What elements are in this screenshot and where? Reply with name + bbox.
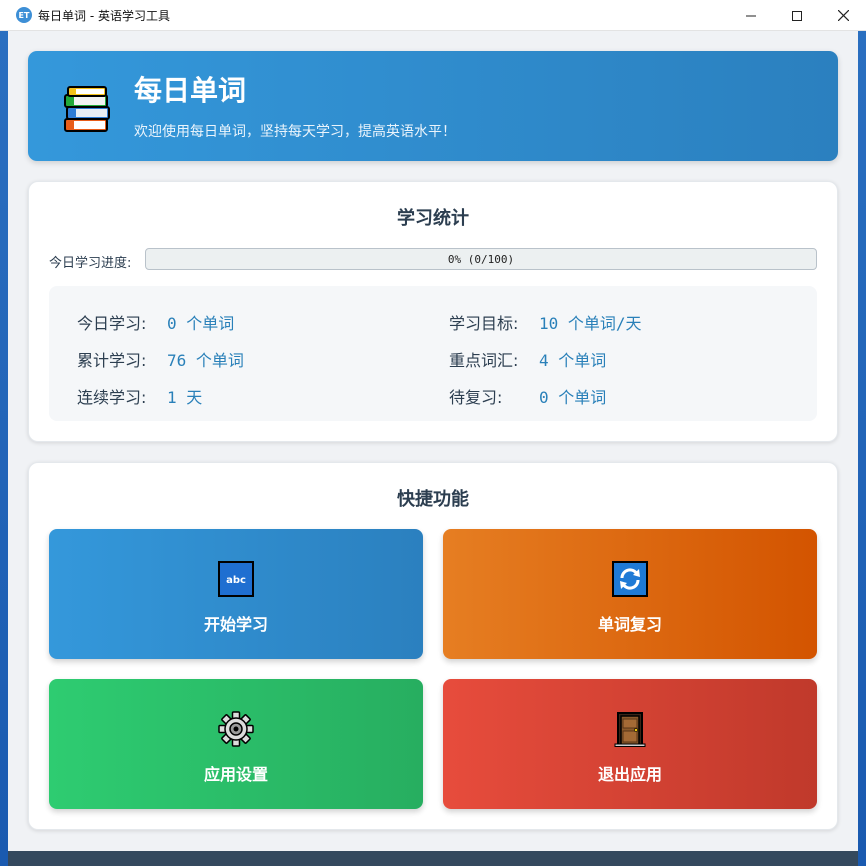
minimize-icon [746,15,756,16]
word-review-label: 单词复习 [597,615,662,634]
stat-label-review: 待复习: [449,388,503,407]
refresh-icon [612,561,648,597]
start-learning-button[interactable]: abc 开始学习 [49,529,423,659]
progress-label: 今日学习进度: [49,256,132,271]
books-icon [64,86,110,132]
stat-value-goal: 10 个单词/天 [539,314,642,333]
stat-label-today: 今日学习: [77,314,147,333]
title-bar[interactable]: ET 每日单词 - 英语学习工具 [0,0,866,31]
window-title: 每日单词 - 英语学习工具 [38,8,170,23]
gear-icon [218,711,254,747]
desktop-background-right [858,31,866,866]
stat-value-today: 0 个单词 [167,314,235,333]
stats-heading: 学习统计 [397,208,469,229]
abc-icon: abc [218,561,254,597]
quick-heading: 快捷功能 [397,489,469,510]
daily-progress-bar: 0% (0/100) [145,248,817,270]
app-settings-button[interactable]: 应用设置 [49,679,423,809]
quick-actions-card: 快捷功能 abc 开始学习 单词复习 应用设置 退出应用 [28,462,838,830]
welcome-message: 欢迎使用每日单词，坚持每天学习，提高英语水平！ [134,124,456,140]
desktop-background-left [0,31,8,866]
app-title: 每日单词 [134,74,247,107]
stat-value-total: 76 个单词 [167,351,244,370]
stats-panel: 今日学习: 0 个单词 学习目标: 10 个单词/天 累计学习: 76 个单词 … [49,286,817,421]
stat-label-key-words: 重点词汇: [449,351,519,370]
stat-label-streak: 连续学习: [77,388,147,407]
progress-text: 0% (0/100) [447,252,515,266]
door-icon [614,712,646,747]
stat-label-total: 累计学习: [77,351,147,370]
stat-label-goal: 学习目标: [449,314,519,333]
stats-card: 学习统计 今日学习进度: 0% (0/100) 今日学习: 0 个单词 学习目标… [28,181,838,442]
svg-text:abc: abc [226,575,246,586]
close-button[interactable] [820,0,866,31]
exit-app-button[interactable]: 退出应用 [443,679,817,809]
app-window: ET 每日单词 - 英语学习工具 每日单词 欢迎使用每日单词，坚持每天学习，提高… [0,0,866,866]
maximize-button[interactable] [774,0,820,31]
footer-bar [8,851,858,866]
start-learning-label: 开始学习 [203,615,268,634]
minimize-button[interactable] [728,0,774,31]
stat-value-key-words: 4 个单词 [539,351,607,370]
header-banner: 每日单词 欢迎使用每日单词，坚持每天学习，提高英语水平！ [28,51,838,161]
maximize-icon [792,10,802,21]
client-area: 每日单词 欢迎使用每日单词，坚持每天学习，提高英语水平！ 学习统计 今日学习进度… [8,31,858,851]
stat-value-streak: 1 天 [167,388,203,407]
close-icon [837,10,849,21]
window-controls [728,0,866,31]
stat-value-review: 0 个单词 [539,388,607,407]
exit-app-label: 退出应用 [597,765,662,784]
app-settings-label: 应用设置 [203,765,268,784]
word-review-button[interactable]: 单词复习 [443,529,817,659]
app-logo-icon: ET [16,7,32,23]
